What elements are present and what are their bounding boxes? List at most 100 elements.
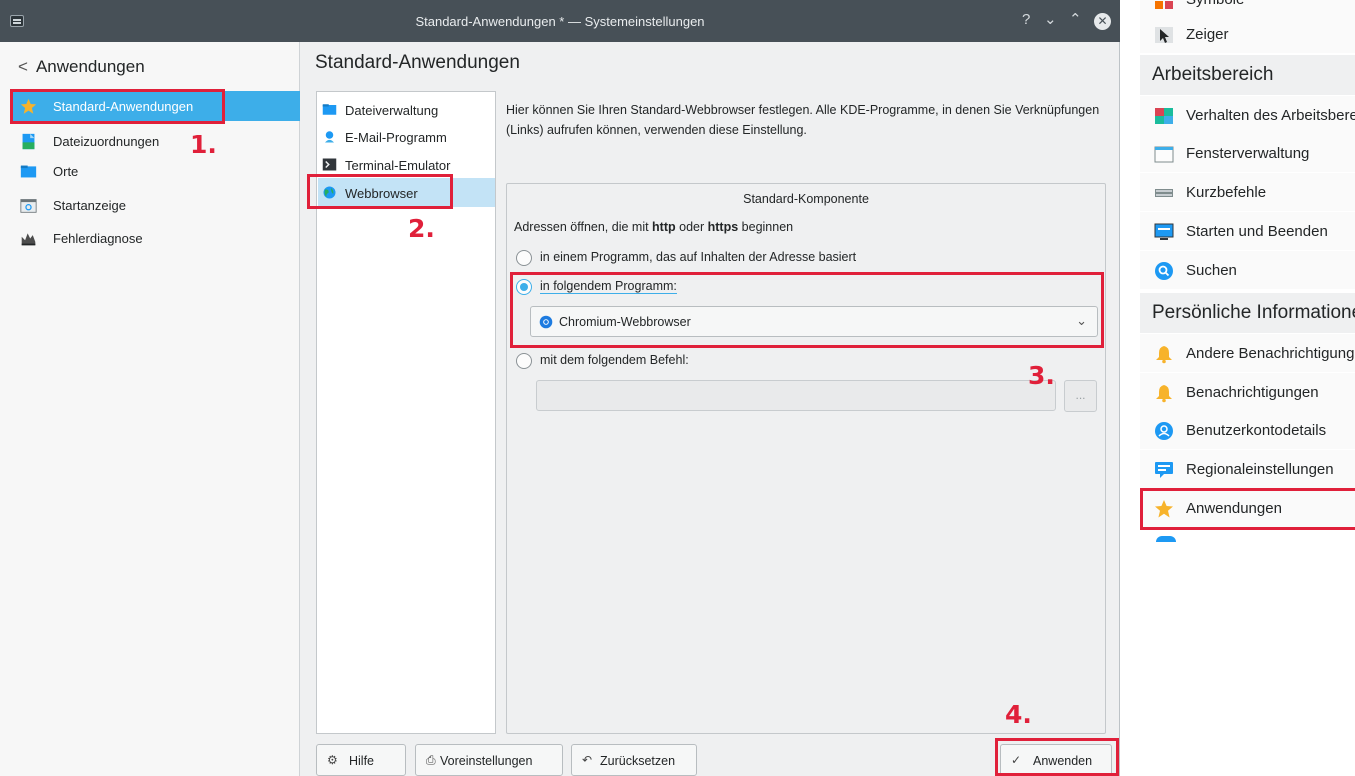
sidebar-item-standard-anwendungen[interactable]: Standard-Anwendungen xyxy=(10,91,300,121)
bell-icon xyxy=(1156,385,1172,403)
chromium-icon xyxy=(539,315,553,329)
component-list: Dateiverwaltung E-Mail-Programm Terminal… xyxy=(316,91,496,734)
help-button[interactable]: ⚙ Hilfe xyxy=(316,744,406,776)
sidebar-item-label: Fehlerdiagnose xyxy=(53,231,143,246)
check-icon: ✓ xyxy=(1011,753,1022,767)
radio-following-program[interactable] xyxy=(516,279,532,295)
sidebar-item-label: Dateizuordnungen xyxy=(53,134,160,149)
description-text: Hier können Sie Ihren Standard-Webbrowse… xyxy=(506,103,1100,137)
web-browser-icon xyxy=(323,186,336,199)
launch-feedback-icon xyxy=(20,199,37,213)
window-management-icon xyxy=(1154,146,1174,163)
panel-item-anwendungen[interactable]: Anwendungen xyxy=(1140,489,1355,527)
back-button[interactable]: < Anwendungen xyxy=(18,57,145,77)
crash-icon xyxy=(21,233,36,246)
panel-item-label: Zeiger xyxy=(1186,26,1229,43)
help-icon[interactable]: ? xyxy=(1022,11,1030,29)
panel-item-starten-und-beenden[interactable]: Starten und Beenden xyxy=(1140,212,1355,250)
group-prompt: Adressen öffnen, die mit http oder https… xyxy=(514,220,793,234)
prompt-or: oder xyxy=(675,220,708,234)
startup-shutdown-icon xyxy=(1154,223,1174,240)
mail-client-icon xyxy=(325,131,334,143)
window-title: Standard-Anwendungen * — Systemeinstellu… xyxy=(415,14,705,29)
radio-following-command[interactable] xyxy=(516,353,532,369)
panel-item-label: Kurzbefehle xyxy=(1186,184,1267,201)
standard-component-group: Standard-Komponente Adressen öffnen, die… xyxy=(506,183,1106,734)
cursor-icon xyxy=(1155,27,1173,43)
file-associations-icon xyxy=(22,133,35,150)
command-input[interactable] xyxy=(536,380,1056,411)
defaults-icon: ⎙ xyxy=(426,753,436,767)
panel-item-verhalten-des-arbeitsbereichs[interactable]: Verhalten des Arbeitsbereichs xyxy=(1140,96,1355,134)
panel-section-arbeitsbereich: Arbeitsbereich xyxy=(1140,55,1355,95)
keyboard-icon xyxy=(1155,189,1173,197)
component-item-dateiverwaltung[interactable]: Dateiverwaltung xyxy=(318,95,495,124)
panel-section-title: Arbeitsbereich xyxy=(1152,64,1274,85)
terminal-icon xyxy=(322,158,337,171)
sidebar-item-label: Standard-Anwendungen xyxy=(53,99,194,114)
folder-icon xyxy=(20,165,37,178)
panel-item-benachrichtigungen[interactable]: Benachrichtigungen xyxy=(1140,373,1355,411)
workspace-behavior-icon xyxy=(1155,108,1173,124)
annotation-marker-1: 1. xyxy=(190,130,217,159)
sidebar-item-label: Startanzeige xyxy=(53,198,126,213)
panel-item-zeiger[interactable]: Zeiger xyxy=(1140,15,1355,53)
prompt-suffix: beginnen xyxy=(738,220,794,234)
component-item-e-mail-programm[interactable]: E-Mail-Programm xyxy=(318,122,495,151)
back-button-label: Anwendungen xyxy=(35,57,145,76)
chevron-left-icon: < xyxy=(18,57,28,76)
panel-item-kurzbefehle[interactable]: Kurzbefehle xyxy=(1140,173,1355,211)
sidebar-item-orte[interactable]: Orte xyxy=(10,156,300,186)
prompt-prefix: Adressen öffnen, die mit xyxy=(514,220,653,234)
browser-select[interactable]: Chromium-Webbrowser ⌄ xyxy=(530,306,1098,337)
radio-following-command-label[interactable]: mit dem folgendem Befehl: xyxy=(540,353,689,367)
prompt-https: https xyxy=(707,220,739,234)
chevron-down-icon: ⌄ xyxy=(1076,313,1087,328)
panel-section-persoenliche-informationen: Persönliche Informationen xyxy=(1140,293,1355,333)
panel-item-fensterverwaltung[interactable]: Fensterverwaltung xyxy=(1140,134,1355,172)
sidebar-item-startanzeige[interactable]: Startanzeige xyxy=(10,190,300,220)
system-settings-window: Standard-Anwendungen * — Systemeinstellu… xyxy=(0,0,1120,776)
panel-item-suchen[interactable]: Suchen xyxy=(1140,251,1355,289)
annotation-marker-4: 4. xyxy=(1005,700,1032,729)
component-item-label: Dateiverwaltung xyxy=(345,103,439,118)
prompt-http: http xyxy=(652,220,676,234)
window-titlebar[interactable]: Standard-Anwendungen * — Systemeinstellu… xyxy=(0,0,1120,42)
browse-button[interactable]: ... xyxy=(1064,380,1097,412)
panel-item-benutzerkontodetails[interactable]: Benutzerkontodetails xyxy=(1140,411,1355,449)
panel-item-regionaleinstellungen[interactable]: Regionaleinstellungen xyxy=(1140,450,1355,488)
panel-item-label: Benachrichtigungen xyxy=(1186,384,1319,401)
star-icon xyxy=(1155,500,1173,518)
radio-following-program-label[interactable]: in folgendem Programm: xyxy=(540,279,677,294)
panel-item-label: Anwendungen xyxy=(1186,500,1282,517)
maximize-icon[interactable]: ⌃ xyxy=(1069,11,1082,29)
bell-icon xyxy=(1156,346,1172,364)
help-lifebuoy-icon: ⚙ xyxy=(327,753,338,767)
sidebar-item-dateizuordnungen[interactable]: Dateizuordnungen xyxy=(10,126,300,156)
panel-section-title: Persönliche Informationen xyxy=(1152,302,1355,323)
panel-item-label: Benutzerkontodetails xyxy=(1186,422,1327,439)
panel-item-label: Starten und Beenden xyxy=(1186,223,1328,240)
component-item-terminal-emulator[interactable]: Terminal-Emulator xyxy=(318,150,495,179)
sidebar: < Anwendungen Standard-Anwendungen Dateiz… xyxy=(0,42,300,776)
regional-settings-icon xyxy=(1155,462,1173,478)
user-account-icon xyxy=(1155,422,1173,440)
reset-button[interactable]: ↶ Zurücksetzen xyxy=(571,744,697,776)
component-item-webbrowser[interactable]: Webbrowser xyxy=(318,178,495,207)
apply-button[interactable]: ✓ Anwenden xyxy=(1000,744,1112,776)
component-item-label: Webbrowser xyxy=(345,186,418,201)
page-title: Standard-Anwendungen xyxy=(315,52,520,73)
partial-item-icon xyxy=(1156,536,1176,542)
minimize-icon[interactable]: ⌄ xyxy=(1044,11,1057,29)
folder-icon xyxy=(322,104,337,115)
panel-item-andere-benachrichtigungen[interactable]: Andere Benachrichtigungen xyxy=(1140,334,1355,372)
radio-content-based-label[interactable]: in einem Programm, das auf Inhalten der … xyxy=(540,250,856,264)
close-icon[interactable]: ✕ xyxy=(1094,13,1111,30)
defaults-button[interactable]: ⎙ Voreinstellungen xyxy=(415,744,563,776)
undo-icon: ↶ xyxy=(582,753,593,767)
icons-icon xyxy=(1155,1,1173,9)
component-item-label: Terminal-Emulator xyxy=(345,158,451,173)
search-icon xyxy=(1155,262,1173,280)
radio-content-based[interactable] xyxy=(516,250,532,266)
sidebar-item-fehlerdiagnose[interactable]: Fehlerdiagnose xyxy=(10,223,300,253)
